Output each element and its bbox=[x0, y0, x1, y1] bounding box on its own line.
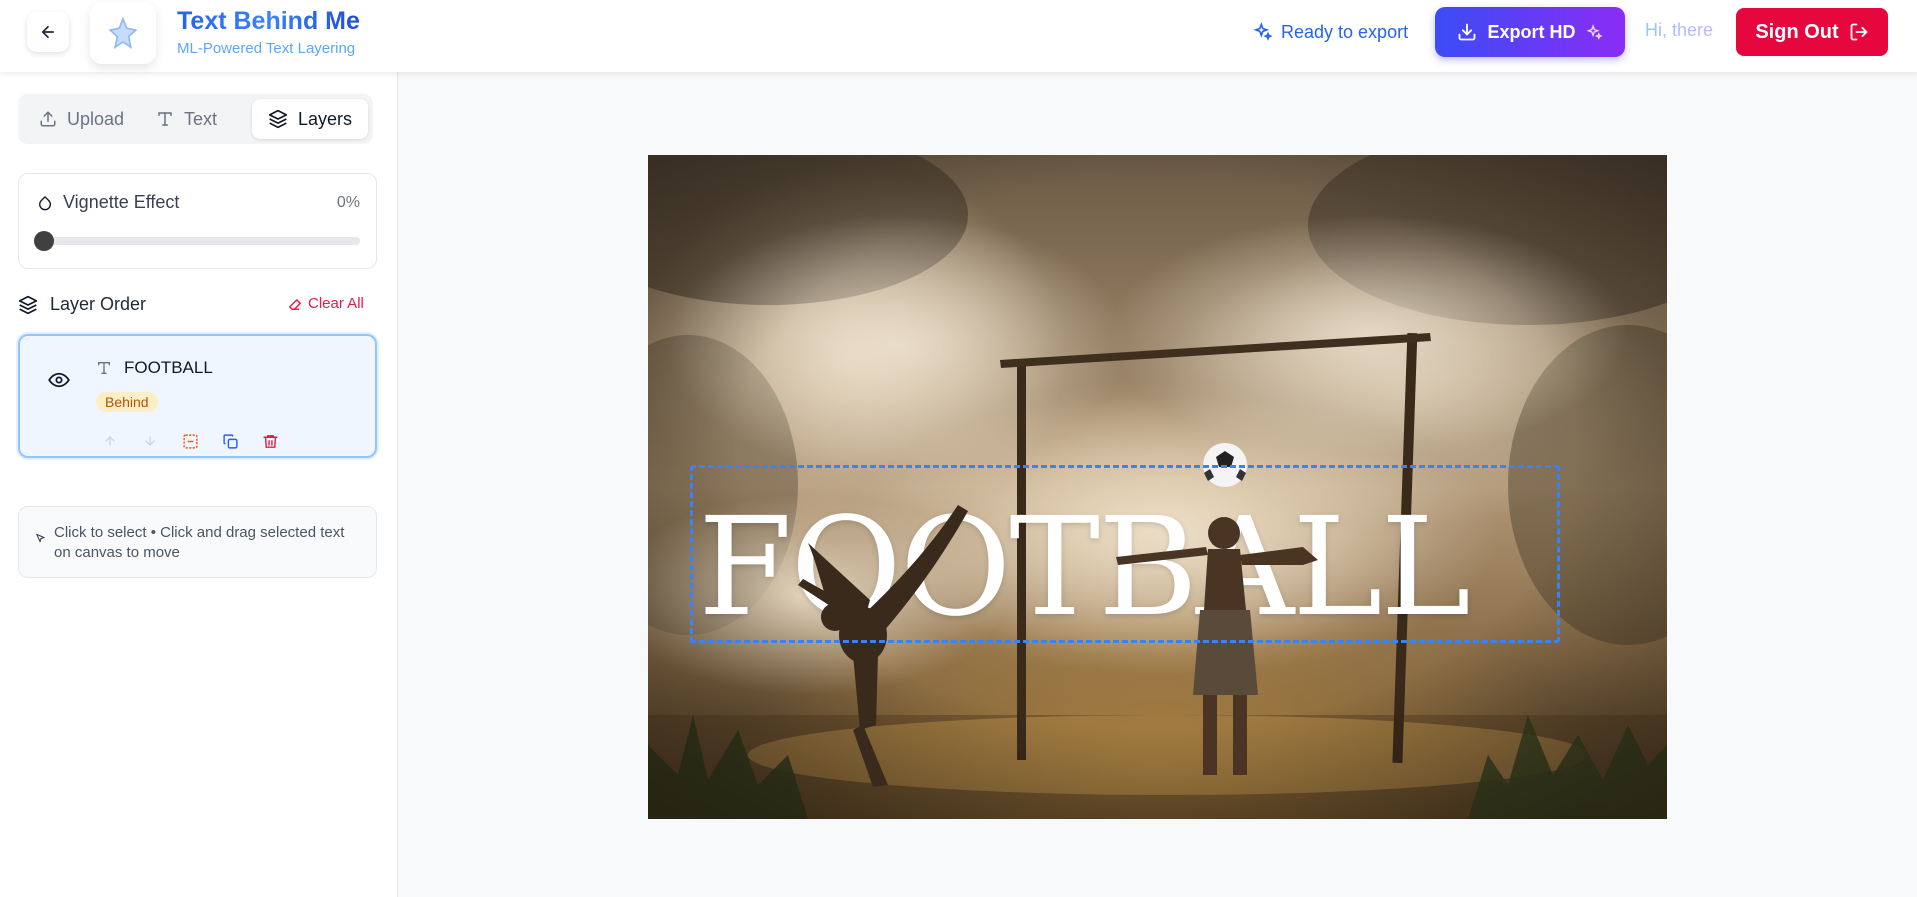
arrow-up-icon bbox=[105, 436, 115, 446]
sidebar: Upload Text Layers Vignette Effect 0% La… bbox=[0, 72, 398, 897]
usage-hint: Click to select • Click and drag selecte… bbox=[18, 506, 377, 578]
canvas-image[interactable]: FOOTBALL bbox=[648, 155, 1667, 819]
vignette-value: 0% bbox=[336, 194, 360, 211]
vignette-card: Vignette Effect 0% bbox=[18, 173, 377, 269]
log-out-icon bbox=[1850, 23, 1868, 41]
arrow-down-icon bbox=[145, 436, 155, 446]
tab-layers-label: Layers bbox=[297, 108, 352, 129]
layer-actions bbox=[100, 431, 280, 451]
layers-icon bbox=[18, 295, 38, 314]
sparkles-icon bbox=[1253, 22, 1273, 41]
app-subtitle: ML-Powered Text Layering bbox=[177, 40, 356, 57]
layer-title: FOOTBALL bbox=[96, 358, 213, 378]
download-icon bbox=[1459, 23, 1476, 41]
layer-item-football[interactable]: FOOTBALL Behind bbox=[18, 334, 377, 458]
user-greeting: Hi, there bbox=[1645, 20, 1714, 40]
toggle-behind-button[interactable] bbox=[180, 431, 200, 451]
copy-icon bbox=[222, 433, 238, 449]
trash-icon bbox=[262, 434, 278, 448]
app-title: Text Behind Me bbox=[177, 7, 360, 35]
vignette-slider-thumb[interactable] bbox=[34, 231, 54, 251]
duplicate-button[interactable] bbox=[220, 431, 240, 451]
tab-upload[interactable]: Upload bbox=[23, 99, 140, 139]
sign-out-button[interactable]: Sign Out bbox=[1736, 8, 1888, 56]
export-status-text: Ready to export bbox=[1281, 21, 1409, 42]
app-logo bbox=[90, 2, 156, 64]
layer-position-badge: Behind bbox=[96, 392, 158, 412]
tab-upload-label: Upload bbox=[67, 108, 125, 129]
move-up-button[interactable] bbox=[100, 431, 120, 451]
arrow-left-icon bbox=[41, 25, 55, 39]
layer-position-icon bbox=[182, 433, 198, 449]
clear-all-button[interactable]: Clear All bbox=[288, 295, 364, 312]
eraser-icon bbox=[289, 298, 301, 310]
canvas-area: FOOTBALL bbox=[399, 72, 1917, 897]
text-type-icon bbox=[158, 112, 172, 126]
back-button[interactable] bbox=[27, 12, 69, 52]
eye-icon bbox=[48, 372, 70, 388]
tab-text-label: Text bbox=[184, 108, 218, 129]
upload-icon bbox=[40, 111, 56, 127]
sparkles-icon bbox=[1585, 23, 1603, 40]
layer-order-title: Layer Order bbox=[50, 294, 147, 314]
sidebar-tabs: Upload Text Layers bbox=[18, 94, 373, 144]
delete-layer-button[interactable] bbox=[260, 431, 280, 451]
export-status: Ready to export bbox=[1253, 20, 1408, 44]
app-header: Text Behind Me ML-Powered Text Layering … bbox=[0, 0, 1917, 72]
sparkle-star-icon bbox=[108, 16, 138, 50]
vignette-label: Vignette Effect bbox=[37, 192, 179, 213]
layer-order-heading: Layer Order bbox=[18, 294, 146, 315]
vignette-slider-track[interactable] bbox=[35, 237, 360, 245]
tab-text[interactable]: Text bbox=[140, 99, 233, 139]
clear-all-label: Clear All bbox=[308, 295, 364, 312]
layers-icon bbox=[268, 109, 288, 129]
droplet-icon bbox=[39, 195, 51, 210]
usage-hint-text: Click to select • Click and drag selecte… bbox=[54, 524, 345, 561]
pointer-icon bbox=[36, 533, 45, 543]
tab-layers[interactable]: Layers bbox=[251, 99, 368, 139]
move-down-button[interactable] bbox=[140, 431, 160, 451]
text-type-icon bbox=[98, 362, 110, 374]
text-selection-box[interactable] bbox=[690, 465, 1560, 643]
sign-out-label: Sign Out bbox=[1755, 20, 1839, 43]
vignette-label-text: Vignette Effect bbox=[63, 192, 180, 212]
export-hd-button[interactable]: Export HD bbox=[1435, 7, 1625, 57]
export-hd-label: Export HD bbox=[1487, 21, 1576, 42]
layer-name-text: FOOTBALL bbox=[124, 358, 213, 377]
visibility-toggle[interactable] bbox=[48, 372, 70, 393]
